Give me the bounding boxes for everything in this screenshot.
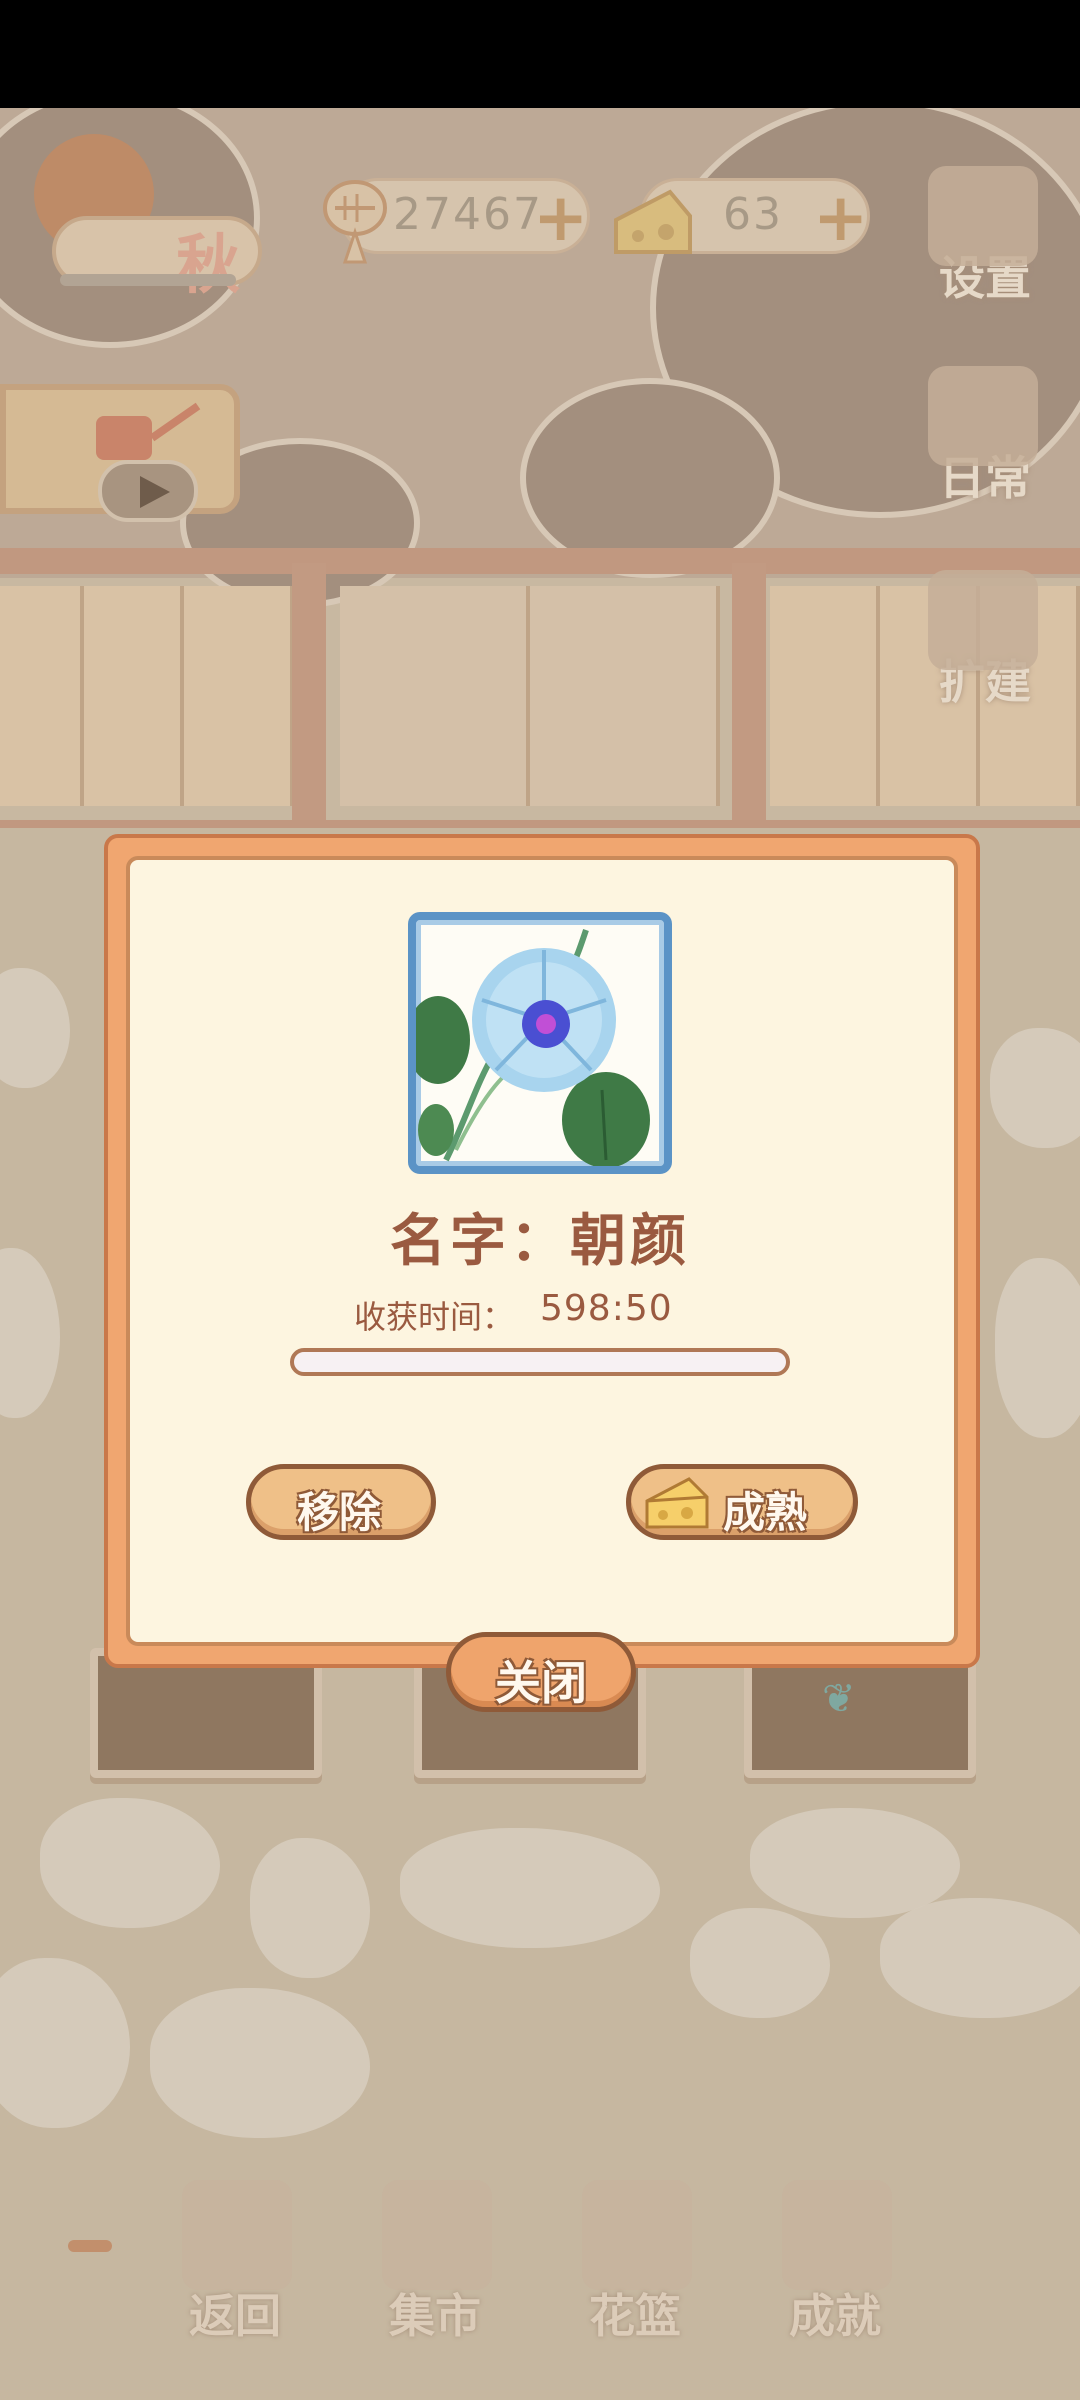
- stepping-stone: [990, 1028, 1080, 1148]
- flower-basket-icon: [582, 2180, 692, 2290]
- stepping-stone: [250, 1838, 370, 1978]
- watering-can-icon: [96, 402, 201, 460]
- expand-button[interactable]: 扩建: [920, 570, 1050, 712]
- market-stall-icon: [382, 2180, 492, 2290]
- play-icon: [98, 460, 198, 522]
- close-button-label: 关闭: [495, 1656, 587, 1710]
- fence-post: [732, 563, 766, 823]
- fence-panel: [340, 586, 530, 806]
- morning-glory-icon: [416, 929, 650, 1166]
- gear-icon: [928, 166, 1038, 266]
- fish-currency-value: 27467: [393, 189, 543, 240]
- cheese-icon: [614, 189, 692, 254]
- mature-button[interactable]: 成熟: [626, 1464, 858, 1540]
- stepping-stone: [690, 1908, 830, 2018]
- fence-panel: [84, 586, 184, 806]
- harvest-label: 收获时间：: [354, 1298, 515, 1336]
- nav-market-label: 集市: [389, 2289, 481, 2343]
- fence-panel: [184, 586, 294, 806]
- sprout-icon: ❦: [822, 1676, 856, 1722]
- fence-panel: [0, 586, 84, 806]
- daily-tasks-icon: [928, 366, 1038, 466]
- close-button[interactable]: 关闭: [446, 1632, 636, 1712]
- stepping-stone: [40, 1798, 220, 1928]
- nav-back-label: 返回: [189, 2289, 281, 2343]
- settings-button[interactable]: 设置: [920, 166, 1050, 308]
- cheese-icon: [645, 1477, 709, 1529]
- window-icon: [182, 2180, 292, 2290]
- plant-image-frame: [408, 912, 672, 1174]
- fence-post: [292, 563, 326, 823]
- nav-achievement[interactable]: 成就: [770, 2180, 900, 2343]
- player-avatar[interactable]: 秋: [34, 134, 264, 303]
- stepping-stone: [400, 1828, 660, 1948]
- plant-name: 名字：朝颜: [390, 1209, 690, 1274]
- remove-button-label: 移除: [297, 1488, 382, 1537]
- season-label: 秋: [176, 229, 240, 303]
- expand-build-icon: [928, 570, 1038, 670]
- nav-back[interactable]: 返回: [170, 2180, 300, 2343]
- remove-button[interactable]: 移除: [246, 1464, 436, 1540]
- fence-panel: [770, 586, 880, 806]
- add-fish-button[interactable]: +: [533, 179, 588, 256]
- add-cheese-button[interactable]: +: [813, 179, 868, 256]
- nav-basket[interactable]: 花篮: [570, 2180, 700, 2343]
- mature-button-label: 成熟: [723, 1488, 808, 1537]
- stepping-stone: [995, 1258, 1080, 1438]
- fish-bone-icon: [323, 180, 387, 264]
- nav-achievement-label: 成就: [789, 2289, 881, 2343]
- nav-basket-label: 花篮: [589, 2289, 681, 2343]
- status-bar: [0, 0, 1080, 108]
- daily-button[interactable]: 日常: [920, 366, 1050, 508]
- cheese-currency-value: 63: [723, 189, 783, 240]
- trophy-icon: [782, 2180, 892, 2290]
- stepping-stone: [750, 1808, 960, 1918]
- level-progress-bar: [60, 274, 236, 286]
- stepping-stone: [880, 1898, 1080, 2018]
- watering-ad-button[interactable]: [0, 384, 240, 522]
- bottom-nav: 返回 集市 花篮 成就: [0, 2180, 1080, 2343]
- fence-panel: [530, 586, 720, 806]
- nav-market[interactable]: 集市: [370, 2180, 500, 2343]
- growth-progress-bar: [290, 1348, 790, 1376]
- fence-rail: [0, 548, 1080, 574]
- harvest-time: 598:50: [540, 1288, 673, 1329]
